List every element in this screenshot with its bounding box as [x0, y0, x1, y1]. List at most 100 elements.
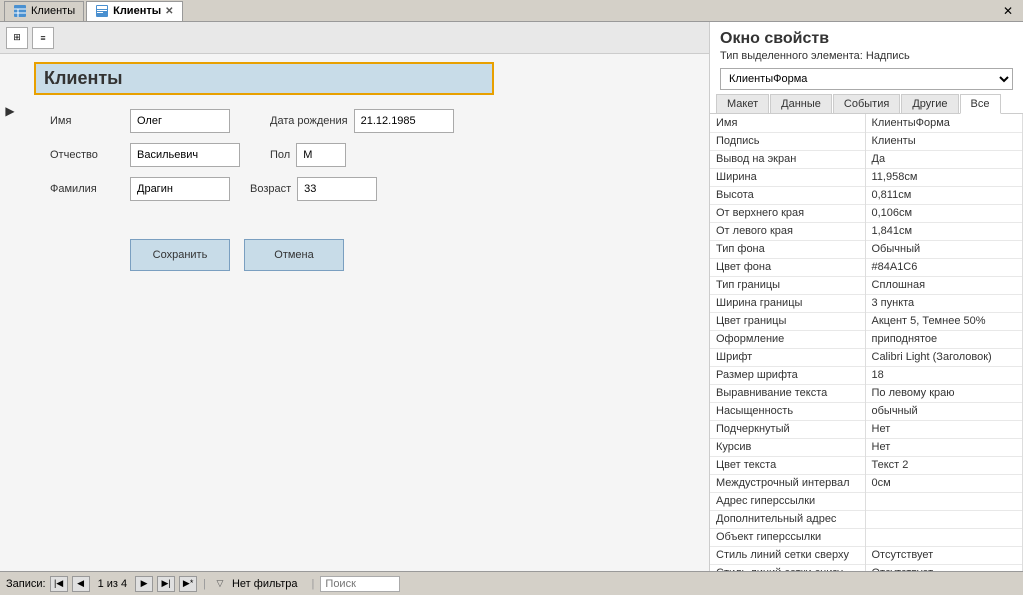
nav-last-btn[interactable]: ▶| [157, 576, 175, 592]
nav-prev-btn[interactable]: ◀ [72, 576, 90, 592]
otch-input[interactable] [130, 143, 240, 167]
filter-icon: ▽ [212, 576, 228, 592]
prop-name: Размер шрифта [710, 366, 865, 384]
main-container: ⊞ ≡ ▶ Имя Дата рождения [0, 22, 1023, 571]
prop-value [865, 492, 1023, 510]
tab-data[interactable]: Данные [770, 94, 832, 113]
nav-arrow[interactable]: ▶ [0, 54, 20, 281]
table-row: От верхнего края0,106см [710, 204, 1023, 222]
table-row: ШрифтCalibri Light (Заголовок) [710, 348, 1023, 366]
prop-value: Да [865, 150, 1023, 168]
prop-value: Отсутствует [865, 546, 1023, 564]
prop-name: Курсив [710, 438, 865, 456]
table-row: Тип фонаОбычный [710, 240, 1023, 258]
table-row: От левого края1,841см [710, 222, 1023, 240]
prop-value: приподнятое [865, 330, 1023, 348]
props-dropdown[interactable]: КлиентыФорма [720, 68, 1013, 90]
table-row: Насыщенностьобычный [710, 402, 1023, 420]
prop-value: Сплошная [865, 276, 1023, 294]
table-row: Цвет текстаТекст 2 [710, 456, 1023, 474]
tab-table-label: Клиенты [31, 5, 75, 17]
prop-name: Междустрочный интервал [710, 474, 865, 492]
prop-value: 1,841см [865, 222, 1023, 240]
properties-subtitle: Тип выделенного элемента: Надпись [710, 50, 1023, 66]
prop-name: Стиль линий сетки сверху [710, 546, 865, 564]
cancel-button[interactable]: Отмена [244, 239, 344, 271]
prop-name: Цвет границы [710, 312, 865, 330]
table-icon [13, 4, 27, 18]
table-row: Объект гиперссылки [710, 528, 1023, 546]
prop-name: Объект гиперссылки [710, 528, 865, 546]
table-row: Дополнительный адрес [710, 510, 1023, 528]
prop-name: Подчеркнутый [710, 420, 865, 438]
tab-form[interactable]: Клиенты ✕ [86, 1, 182, 21]
table-row: Ширина11,958см [710, 168, 1023, 186]
prop-value: #84A1C6 [865, 258, 1023, 276]
prop-name: Подпись [710, 132, 865, 150]
prop-value: Отсутствует [865, 564, 1023, 571]
status-bar: Записи: |◀ ◀ 1 из 4 ▶ ▶| ▶* | ▽ Нет филь… [0, 571, 1023, 595]
table-row: Высота0,811см [710, 186, 1023, 204]
toolbar-list-btn[interactable]: ≡ [32, 27, 54, 49]
prop-value [865, 510, 1023, 528]
tab-all[interactable]: Все [960, 94, 1001, 114]
window-close-btn[interactable]: ✕ [997, 4, 1019, 18]
nav-next-btn[interactable]: ▶ [135, 576, 153, 592]
prop-value: Нет [865, 420, 1023, 438]
otch-label: Отчество [50, 149, 130, 161]
pol-label: Пол [270, 149, 290, 161]
table-row: ИмяКлиентыФорма [710, 114, 1023, 132]
prop-name: От левого края [710, 222, 865, 240]
table-row: Стиль линий сетки снизуОтсутствует [710, 564, 1023, 571]
props-dropdown-row: КлиентыФорма [710, 66, 1023, 94]
subtitle-type: Надпись [866, 50, 910, 62]
form-panel: ⊞ ≡ ▶ Имя Дата рождения [0, 22, 710, 571]
save-button[interactable]: Сохранить [130, 239, 230, 271]
prop-name: Вывод на экран [710, 150, 865, 168]
birthdate-input[interactable] [354, 109, 454, 133]
tab-events[interactable]: События [833, 94, 900, 113]
subtitle-prefix: Тип выделенного элемента: [720, 50, 863, 62]
fam-input[interactable] [130, 177, 230, 201]
toolbar: ⊞ ≡ [0, 22, 709, 54]
tab-table[interactable]: Клиенты [4, 1, 84, 21]
age-label: Возраст [250, 183, 291, 195]
nav-first-btn[interactable]: |◀ [50, 576, 68, 592]
properties-title: Окно свойств [710, 22, 1023, 50]
prop-value: Calibri Light (Заголовок) [865, 348, 1023, 366]
props-tabs: Макет Данные События Другие Все [710, 94, 1023, 114]
prop-name: Оформление [710, 330, 865, 348]
prop-name: Имя [710, 114, 865, 132]
table-row: ПодписьКлиенты [710, 132, 1023, 150]
table-row: Размер шрифта18 [710, 366, 1023, 384]
pol-input[interactable] [296, 143, 346, 167]
close-tab-btn[interactable]: ✕ [165, 6, 173, 17]
table-row: Выравнивание текстаПо левому краю [710, 384, 1023, 402]
prop-name: Выравнивание текста [710, 384, 865, 402]
prop-value: Акцент 5, Темнее 50% [865, 312, 1023, 330]
age-input[interactable] [297, 177, 377, 201]
prop-name: Высота [710, 186, 865, 204]
table-row: Тип границыСплошная [710, 276, 1023, 294]
toolbar-grid-btn[interactable]: ⊞ [6, 27, 28, 49]
form-main: Имя Дата рождения Отчество Пол Ф [20, 54, 709, 281]
tab-form-label: Клиенты [113, 5, 161, 17]
tab-bar: Клиенты Клиенты ✕ ✕ [0, 0, 1023, 22]
name-input[interactable] [130, 109, 230, 133]
search-input[interactable] [320, 576, 400, 592]
tab-layout[interactable]: Макет [716, 94, 769, 113]
prop-value: Обычный [865, 240, 1023, 258]
table-row: Междустрочный интервал0см [710, 474, 1023, 492]
prop-name: Дополнительный адрес [710, 510, 865, 528]
table-row: ПодчеркнутыйНет [710, 420, 1023, 438]
prop-value: По левому краю [865, 384, 1023, 402]
form-title-input[interactable] [34, 62, 494, 95]
prop-value: 0,811см [865, 186, 1023, 204]
prop-name: Насыщенность [710, 402, 865, 420]
nav-new-btn[interactable]: ▶* [179, 576, 197, 592]
table-row: Ширина границы3 пункта [710, 294, 1023, 312]
prop-value: 0см [865, 474, 1023, 492]
tab-other[interactable]: Другие [901, 94, 958, 113]
prop-name: Цвет фона [710, 258, 865, 276]
table-row: Цвет границыАкцент 5, Темнее 50% [710, 312, 1023, 330]
